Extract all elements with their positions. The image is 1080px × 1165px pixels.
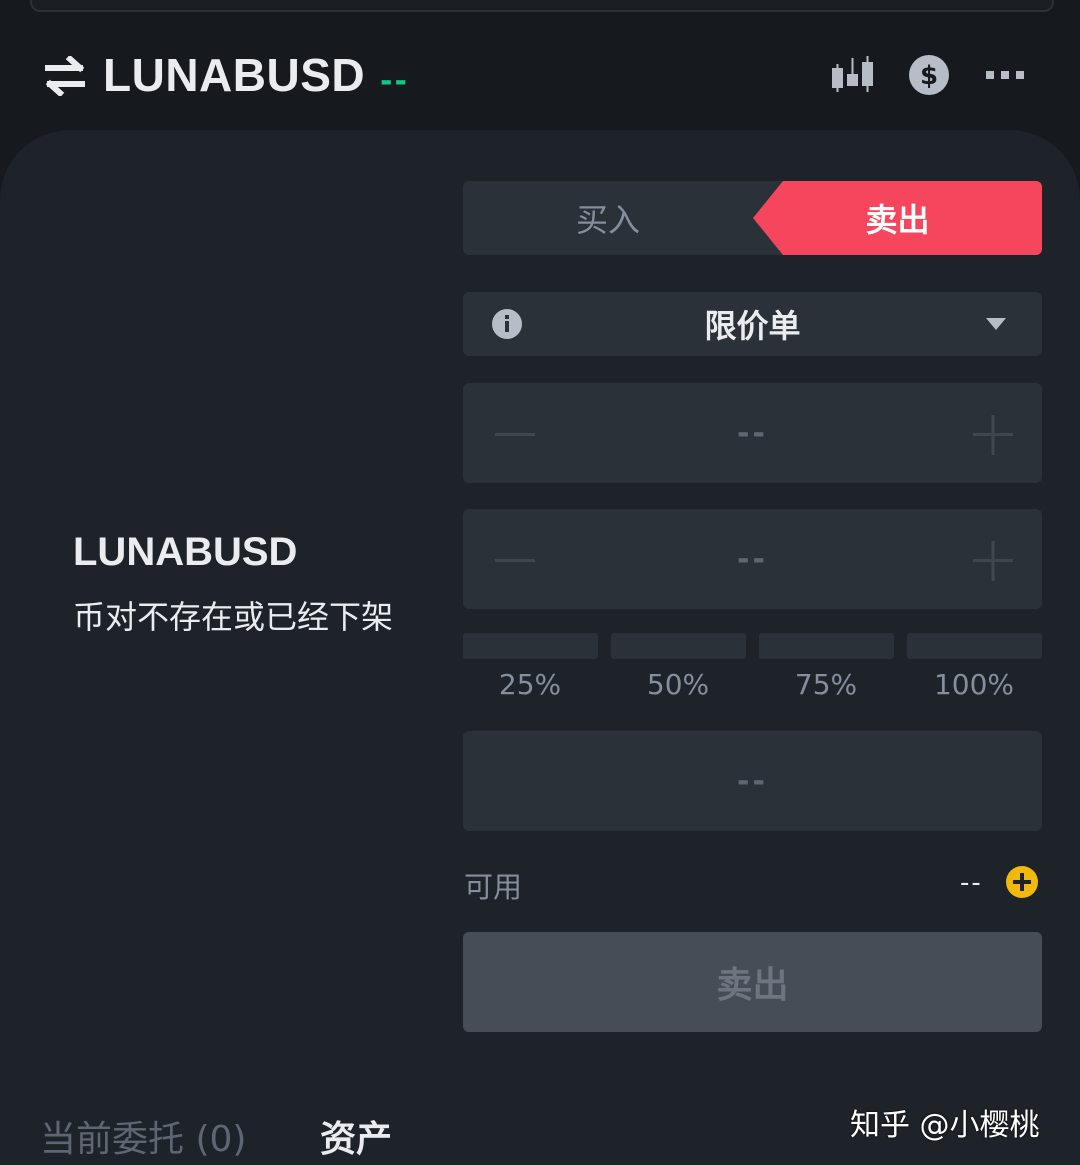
swap-arrows-icon[interactable] (44, 56, 86, 96)
candlestick-icon[interactable] (830, 54, 876, 96)
symbol-title[interactable]: LUNABUSD (103, 48, 365, 102)
header: LUNABUSD -- $ (0, 30, 1080, 125)
unavailable-symbol: LUNABUSD (73, 530, 298, 574)
amount-input[interactable]: -- (563, 509, 942, 609)
add-circle-icon[interactable] (1005, 865, 1039, 899)
watermark: 知乎 @小樱桃 (850, 1108, 1040, 1143)
top-strip (30, 0, 1054, 12)
plus-icon[interactable] (971, 413, 1015, 457)
percent-slider-segment[interactable] (907, 633, 1042, 659)
caret-down-icon (986, 318, 1006, 330)
tab-assets[interactable]: 资产 (320, 1110, 392, 1162)
total-input[interactable]: -- (463, 731, 1042, 831)
price-stepper: -- (463, 383, 1042, 483)
dollar-icon[interactable]: $ (908, 54, 950, 96)
svg-text:$: $ (920, 61, 938, 91)
buy-sell-toggle: 买入 卖出 (463, 181, 1042, 255)
sell-submit-button[interactable]: 卖出 (463, 932, 1042, 1032)
percent-option-100[interactable]: 100% (906, 668, 1042, 704)
percent-option-25[interactable]: 25% (462, 668, 598, 704)
available-value: -- (960, 868, 983, 898)
tab-sell[interactable]: 卖出 (753, 181, 1042, 255)
available-label: 可用 (464, 870, 523, 904)
price-input[interactable]: -- (563, 383, 942, 483)
plus-icon[interactable] (971, 539, 1015, 583)
unavailable-message: 币对不存在或已经下架 (73, 598, 394, 636)
tab-buy[interactable]: 买入 (463, 181, 753, 255)
tab-open-orders[interactable]: 当前委托 (0) (40, 1110, 246, 1162)
percent-slider-segment[interactable] (463, 633, 598, 659)
order-type-label: 限价单 (704, 307, 801, 345)
info-icon[interactable] (491, 308, 523, 340)
percent-option-75[interactable]: 75% (758, 668, 894, 704)
percent-slider-segment[interactable] (611, 633, 746, 659)
order-type-select[interactable]: 限价单 (463, 292, 1042, 356)
amount-stepper: -- (463, 509, 1042, 609)
price-change: -- (380, 64, 409, 99)
minus-icon[interactable] (493, 539, 537, 583)
percent-option-50[interactable]: 50% (610, 668, 746, 704)
percent-slider-segment[interactable] (759, 633, 894, 659)
more-dots-icon[interactable] (984, 54, 1026, 96)
minus-icon[interactable] (493, 413, 537, 457)
